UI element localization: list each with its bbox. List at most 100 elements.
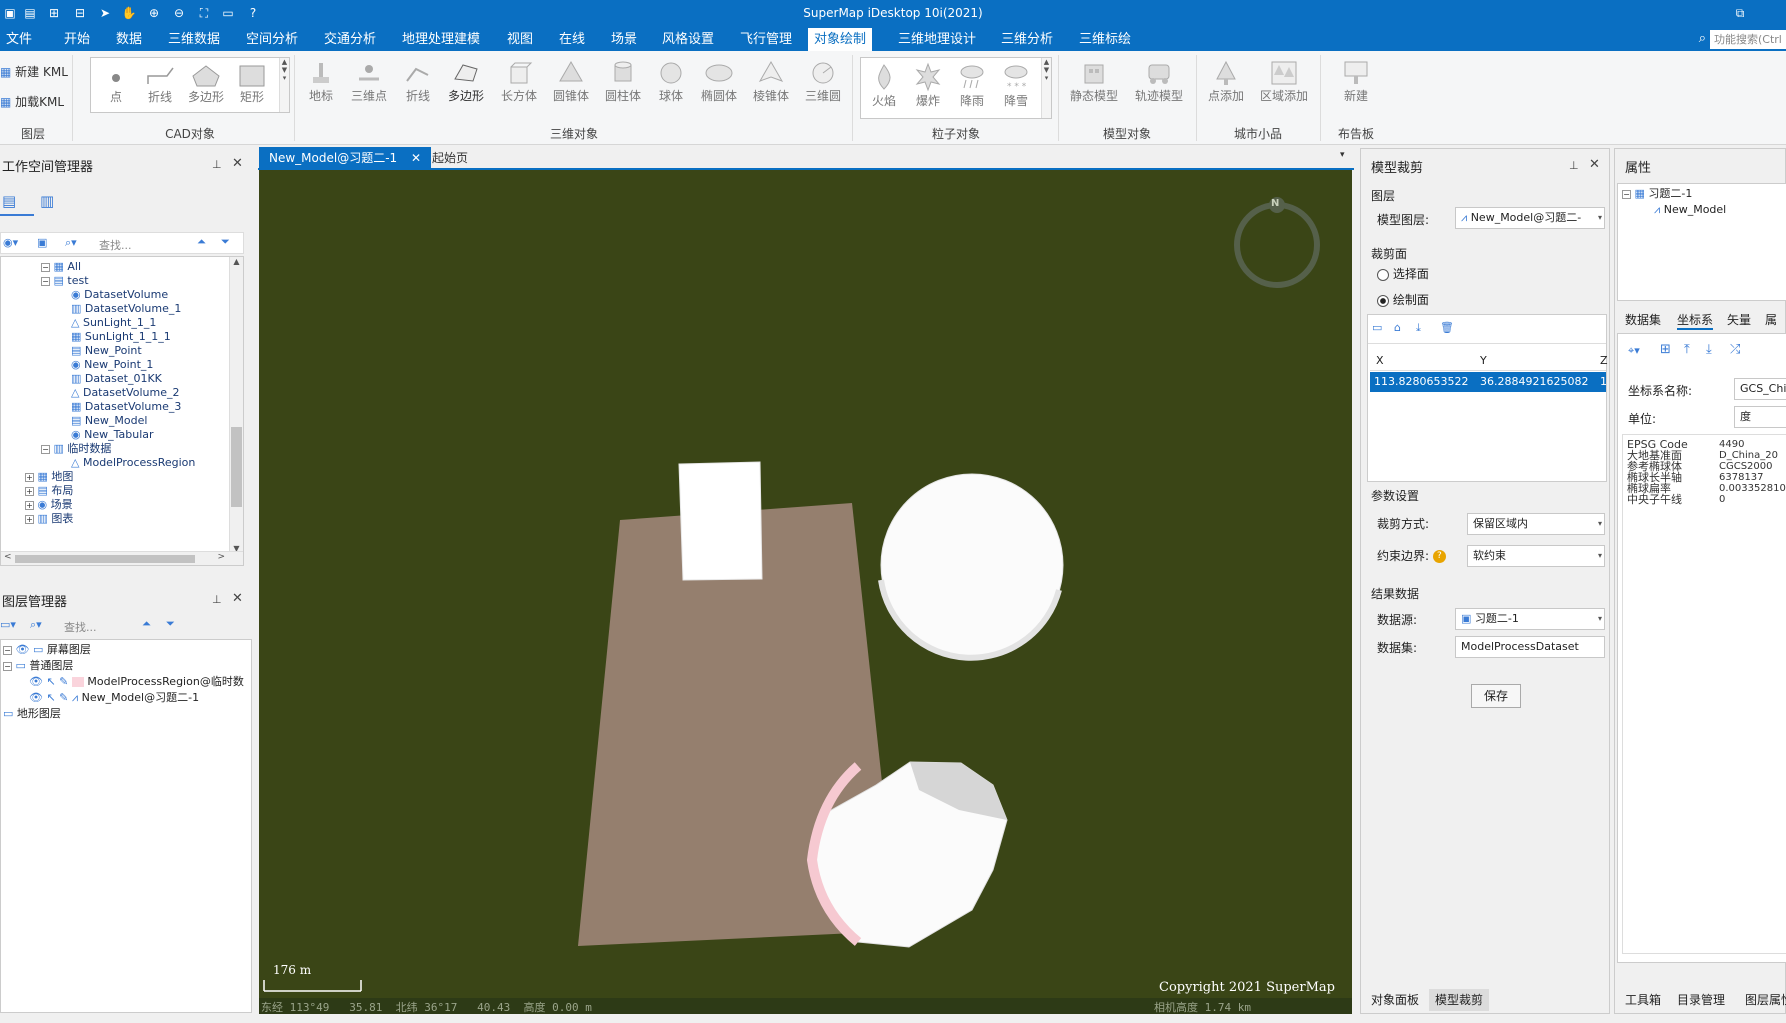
expand-toggle-icon[interactable]: −: [41, 444, 50, 454]
tab-catalog[interactable]: 目录管理: [1671, 989, 1731, 1011]
coordinate-options-icon[interactable]: ⌖▾: [1628, 344, 1640, 358]
3d-polygon-button[interactable]: 多边形: [440, 59, 492, 104]
pin-icon[interactable]: ⊥: [212, 593, 222, 606]
close-icon[interactable]: ✕: [232, 156, 243, 171]
expand-toggle-icon[interactable]: −: [41, 262, 50, 272]
move-up-icon[interactable]: ⏶: [142, 617, 151, 631]
menu-geoprocessing[interactable]: 地理处理建模: [396, 28, 486, 51]
save-button[interactable]: 保存: [1471, 684, 1521, 708]
cone-button[interactable]: 圆锥体: [546, 59, 596, 104]
tab-attributes[interactable]: 属: [1765, 311, 1777, 328]
cad-rectangle-button[interactable]: 矩形: [231, 64, 273, 105]
search-icon[interactable]: ⌕▾: [30, 618, 42, 632]
cuboid-button[interactable]: 长方体: [494, 59, 544, 104]
layer-item-terrain[interactable]: ▭ 地形图层: [3, 706, 61, 722]
scroll-thumb[interactable]: [231, 427, 242, 507]
load-kml-button[interactable]: ▦ 加载KML: [0, 93, 70, 110]
menu-spatial-analysis[interactable]: 空间分析: [240, 28, 304, 51]
tab-vector[interactable]: 矢量: [1727, 311, 1751, 328]
open-file-icon[interactable]: ▣: [37, 236, 47, 249]
expand-toggle-icon[interactable]: +: [25, 472, 34, 482]
cylinder-button[interactable]: 圆柱体: [598, 59, 648, 104]
resource-tab-icon[interactable]: ▥: [40, 192, 54, 210]
scene-viewport[interactable]: N 176 m Copyright 2021 SuperMap 东经 113°4…: [259, 170, 1352, 1014]
tree-child[interactable]: ⩘ New_Model: [1654, 202, 1726, 218]
tab-new-model[interactable]: New_Model@习题二-1 ✕: [259, 147, 432, 169]
move-down-icon[interactable]: ⏷: [221, 235, 230, 249]
menu-3d-data[interactable]: 三维数据: [162, 28, 226, 51]
tab-start-page[interactable]: 起始页: [422, 147, 478, 169]
tab-toolbox[interactable]: 工具箱: [1619, 989, 1667, 1011]
point-add-button[interactable]: 点添加: [1202, 59, 1250, 104]
export-icon[interactable]: ⤒: [1684, 342, 1690, 357]
cad-point-button[interactable]: 点: [95, 64, 137, 105]
option-select-face[interactable]: 选择面: [1377, 265, 1429, 282]
unit-field[interactable]: 度: [1734, 406, 1786, 428]
flame-button[interactable]: 火焰: [863, 62, 905, 109]
tab-model-clip[interactable]: 模型裁剪: [1429, 989, 1490, 1011]
cad-polygon-button[interactable]: 多边形: [183, 64, 229, 105]
layer-item-normal[interactable]: − ▭ 普通图层: [3, 658, 73, 674]
option-draw-face[interactable]: 绘制面: [1377, 291, 1429, 308]
tab-coordinate-system[interactable]: 坐标系: [1677, 311, 1714, 330]
snow-button[interactable]: * * * 降雪: [995, 62, 1037, 109]
expand-toggle-icon[interactable]: +: [25, 500, 34, 510]
layer-item-region[interactable]: 👁 ↖ ✎ ModelProcessRegion@临时数: [29, 674, 244, 690]
table-row[interactable]: 113.8280653522 36.2884921625082 14: [1370, 372, 1606, 392]
menu-online[interactable]: 在线: [553, 28, 591, 51]
workspace-tab-icon[interactable]: ▤: [2, 192, 16, 210]
rectangle-draw-icon[interactable]: ▭: [1372, 321, 1382, 334]
constraint-select[interactable]: 软约束 ▾: [1467, 545, 1605, 567]
gallery-scroll[interactable]: ▲ ▼ ▾: [279, 58, 289, 112]
close-icon[interactable]: ✕: [232, 591, 243, 606]
import-icon[interactable]: ⤓: [1416, 321, 1421, 335]
workspace-tree-item[interactable]: + ▥ 图表: [25, 511, 73, 527]
model-layer-select[interactable]: ⩘ New_Model@习题二- ▾: [1455, 207, 1605, 229]
menu-3d-analysis[interactable]: 三维分析: [995, 28, 1059, 51]
expand-toggle-icon[interactable]: +: [25, 486, 34, 496]
convert-icon[interactable]: ⤮: [1730, 342, 1740, 357]
delete-icon[interactable]: 🗑: [1440, 321, 1454, 334]
gallery-scroll[interactable]: ▲ ▼ ▾: [1041, 58, 1051, 118]
region-add-button[interactable]: 区域添加: [1254, 59, 1314, 104]
move-down-icon[interactable]: ⏷: [166, 617, 175, 631]
billboard-new-button[interactable]: 新建: [1326, 59, 1386, 104]
tab-dataset[interactable]: 数据集: [1625, 311, 1661, 328]
3d-polyline-button[interactable]: 折线: [396, 59, 440, 104]
new-kml-button[interactable]: ▦ 新建 KML: [0, 63, 70, 80]
layer-item-model[interactable]: 👁 ↖ ✎ ⩘ New_Model@习题二-1: [29, 690, 199, 706]
menu-style[interactable]: 风格设置: [656, 28, 720, 51]
pin-icon[interactable]: ⊥: [1569, 159, 1579, 172]
pyramid-button[interactable]: 棱锥体: [746, 59, 796, 104]
compass[interactable]: [1234, 197, 1320, 288]
move-up-icon[interactable]: ⏶: [197, 235, 206, 249]
expand-toggle-icon[interactable]: −: [41, 276, 50, 286]
explosion-button[interactable]: 爆炸: [907, 62, 949, 109]
tree-vscrollbar[interactable]: ▲ ▼: [229, 257, 243, 553]
menu-file[interactable]: 文件: [0, 28, 38, 51]
polygon-draw-icon[interactable]: ⌂: [1394, 321, 1401, 334]
landmark-button[interactable]: 地标: [300, 59, 342, 104]
clip-mode-select[interactable]: 保留区域内 ▾: [1467, 513, 1605, 535]
sphere-button[interactable]: 球体: [650, 59, 692, 104]
menu-data[interactable]: 数据: [110, 28, 148, 51]
track-model-button[interactable]: 轨迹模型: [1128, 59, 1190, 104]
menu-object-draw[interactable]: 对象绘制: [808, 28, 873, 51]
static-model-button[interactable]: 静态模型: [1064, 59, 1124, 104]
import-icon[interactable]: ⤓: [1706, 342, 1712, 357]
menu-view[interactable]: 视图: [501, 28, 539, 51]
coord-name-field[interactable]: GCS_Chin: [1734, 378, 1786, 400]
layer-item-screen[interactable]: − 👁 ▭ 屏幕图层: [3, 642, 91, 658]
tree-root[interactable]: − ▦ 习题二-1: [1622, 186, 1692, 202]
restore-window-icon[interactable]: ⧉: [1730, 4, 1750, 22]
function-search-input[interactable]: 功能搜索(Ctrl: [1710, 30, 1786, 49]
layer-search-input[interactable]: 查找...: [64, 619, 97, 635]
layer-options-icon[interactable]: ▭▾: [0, 618, 16, 631]
workspace-tree-item[interactable]: △ ModelProcessRegion: [71, 455, 195, 471]
workspace-search-input[interactable]: 查找...: [99, 237, 132, 253]
open-dropdown-icon[interactable]: ◉▾: [3, 236, 18, 249]
rain-button[interactable]: 降雨: [951, 62, 993, 109]
search-icon[interactable]: ⌕▾: [65, 236, 77, 250]
menu-start[interactable]: 开始: [58, 28, 96, 51]
pin-icon[interactable]: ⊥: [212, 158, 222, 171]
